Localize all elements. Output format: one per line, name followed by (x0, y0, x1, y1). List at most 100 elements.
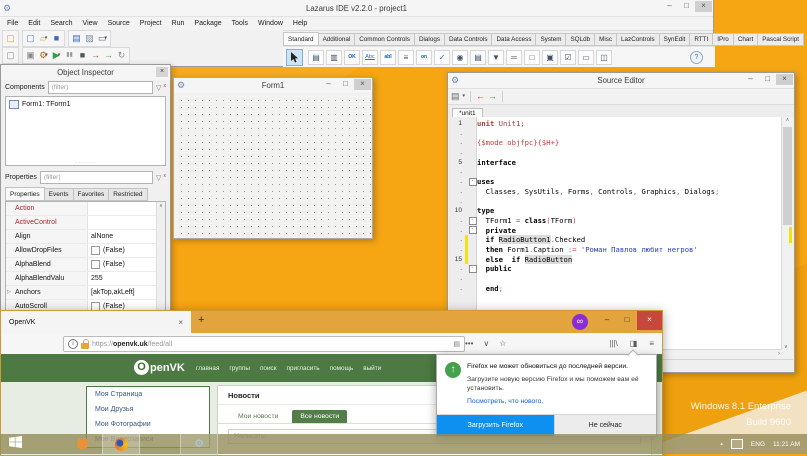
browser-tab-openvk[interactable]: OpenVK × (1, 311, 191, 333)
component-tcheckbox[interactable]: ✓ (434, 50, 450, 65)
source-editor-titlebar[interactable]: ⚙ Source Editor – □ × (448, 73, 794, 88)
maximize-button[interactable]: □ (678, 1, 695, 12)
library-icon[interactable]: |||\ (609, 339, 617, 348)
close-button[interactable]: × (776, 74, 793, 85)
news-tab-мои-новости[interactable]: Мои новости (230, 410, 286, 423)
mixed-content-lock-icon[interactable] (81, 343, 89, 349)
checkbox-icon[interactable] (91, 260, 100, 269)
palette-tab-ipro[interactable]: IPro (713, 33, 734, 46)
component-tscrollbar[interactable]: ═ (506, 50, 522, 65)
openvk-nav-главная[interactable]: главная (196, 365, 219, 372)
lazarus-titlebar[interactable]: ⚙ Lazarus IDE v2.2.0 - project1 – □ × (0, 0, 713, 16)
palette-tab-data-access[interactable]: Data Access (492, 33, 536, 46)
fold-icon[interactable]: - (469, 217, 477, 225)
openvk-nav-выйти[interactable]: выйти (363, 365, 381, 372)
minimize-button[interactable]: – (320, 79, 337, 90)
fold-icon[interactable]: - (469, 178, 477, 186)
palette-tab-pascal-script[interactable]: Pascal Script (758, 33, 804, 46)
minimize-button[interactable]: – (742, 74, 759, 85)
dropdown-icon[interactable]: ▾ (105, 32, 108, 45)
form-designer-titlebar[interactable]: ⚙ Form1 – □ × (174, 78, 372, 93)
menu-source[interactable]: Source (103, 20, 135, 27)
clock[interactable]: 11:21 AM (773, 441, 800, 448)
sidebar-item-моя-страница[interactable]: Моя Страница (87, 387, 209, 402)
new-unit-button[interactable]: ▢ (4, 32, 17, 45)
maximize-button[interactable]: □ (617, 311, 637, 330)
dropdown-icon[interactable]: ▾ (58, 49, 61, 62)
openvk-logo[interactable]: O penVK (134, 360, 185, 375)
component-tradiobutton[interactable]: ◉ (452, 50, 468, 65)
url-text[interactable]: https://openvk.uk/feed/all (92, 341, 172, 348)
property-row-activecontrol[interactable]: ActiveControl (6, 216, 165, 230)
menu-help[interactable]: Help (288, 20, 312, 27)
menu-search[interactable]: Search (45, 20, 77, 27)
language-indicator[interactable]: ENG (751, 441, 765, 448)
openvk-nav-помощь[interactable]: помощь (330, 365, 354, 372)
navigate-back-button[interactable]: ← (476, 90, 485, 103)
openvk-nav-поиск[interactable]: поиск (260, 365, 277, 372)
component-tlistbox[interactable]: ▤ (470, 50, 486, 65)
inspector-tab-events[interactable]: Events (45, 188, 74, 201)
palette-tab-synedit[interactable]: SynEdit (660, 33, 691, 46)
jump-dropdown-icon[interactable]: ▾ (463, 90, 466, 103)
property-row-action[interactable]: Action (6, 202, 165, 216)
maximize-button[interactable]: □ (759, 74, 776, 85)
tray-expand-icon[interactable]: ▴ (720, 441, 723, 447)
start-button[interactable] (9, 435, 22, 453)
menu-project[interactable]: Project (135, 20, 167, 27)
bookmark-star-icon[interactable]: ☆ (499, 339, 506, 348)
fold-icon[interactable]: - (469, 265, 477, 273)
property-row-alphablendvalu[interactable]: AlphaBlendValu255 (6, 272, 165, 286)
property-row-align[interactable]: AlignalNone (6, 230, 165, 244)
minimize-button[interactable]: – (597, 311, 617, 330)
save-all-button[interactable]: ▤ (70, 32, 83, 45)
new-button[interactable]: ▢ (4, 49, 17, 62)
filter-funnel-icon[interactable]: ▽x (156, 84, 166, 92)
menu-tools[interactable]: Tools (227, 20, 253, 27)
palette-help-button[interactable]: ? (690, 51, 703, 64)
component-tpanel[interactable]: ▭ (578, 50, 594, 65)
dropdown-icon[interactable]: ▾ (45, 32, 48, 45)
scroll-down-icon[interactable]: ∨ (784, 344, 788, 350)
menu-view[interactable]: View (78, 20, 103, 27)
menu-window[interactable]: Window (253, 20, 288, 27)
close-button[interactable]: × (695, 1, 712, 12)
desktop-shortcut-icon[interactable] (77, 440, 88, 449)
close-button[interactable]: × (354, 79, 371, 90)
step-over-button[interactable]: → (102, 49, 115, 62)
palette-tab-chart[interactable]: Chart (734, 33, 758, 46)
component-tmemo[interactable]: ≡ (398, 50, 414, 65)
openvk-badge-icon[interactable]: ∞ (572, 314, 588, 330)
editor-vertical-scrollbar[interactable]: ∧ ∨ (781, 117, 793, 350)
taskbar-firefox-button[interactable] (102, 434, 140, 454)
build-mode-button[interactable]: ⚙▾ (37, 49, 50, 62)
palette-tab-standard[interactable]: Standard (283, 32, 319, 46)
inspector-splitter[interactable]: ······· (1, 160, 170, 169)
hamburger-menu-icon[interactable]: ≡ (649, 339, 654, 348)
view-units-button[interactable]: ▭▾ (96, 32, 109, 45)
palette-tab-data-controls[interactable]: Data Controls (445, 33, 493, 46)
scroll-right-icon[interactable]: › (778, 351, 780, 357)
menu-run[interactable]: Run (167, 20, 190, 27)
sidebar-item-мои-фотографии[interactable]: Мои Фотографии (87, 417, 209, 432)
form-design-surface[interactable] (175, 94, 371, 237)
inspector-tab-restricted[interactable]: Restricted (109, 188, 147, 201)
sidebar-item-мои-друзья[interactable]: Мои Друзья (87, 402, 209, 417)
stop-button[interactable]: ■ (76, 49, 89, 62)
components-filter-input[interactable]: (filter) (48, 81, 153, 94)
palette-tab-misc[interactable]: Misc (595, 33, 617, 46)
download-firefox-button[interactable]: Загрузить Firefox (437, 415, 554, 436)
component-tframe[interactable]: ◫ (596, 50, 612, 65)
scroll-up-icon[interactable]: ∧ (786, 117, 790, 123)
maximize-button[interactable]: □ (337, 79, 354, 90)
components-tree[interactable]: Form1: TForm1 (5, 96, 166, 166)
component-tradiogroup[interactable]: ▣ (542, 50, 558, 65)
component-tcheckgroup[interactable]: ☑ (560, 50, 576, 65)
close-button[interactable]: × (637, 311, 662, 330)
inspector-tab-properties[interactable]: Properties (5, 187, 45, 201)
scroll-up-icon[interactable]: ∧ (159, 203, 163, 209)
jump-to-form-button[interactable]: ▤ (451, 90, 460, 103)
property-row-alphablend[interactable]: AlphaBlend(False) (6, 258, 165, 272)
filter-funnel-icon[interactable]: ▽x (156, 174, 166, 182)
property-row-allowdropfiles[interactable]: AllowDropFiles(False) (6, 244, 165, 258)
